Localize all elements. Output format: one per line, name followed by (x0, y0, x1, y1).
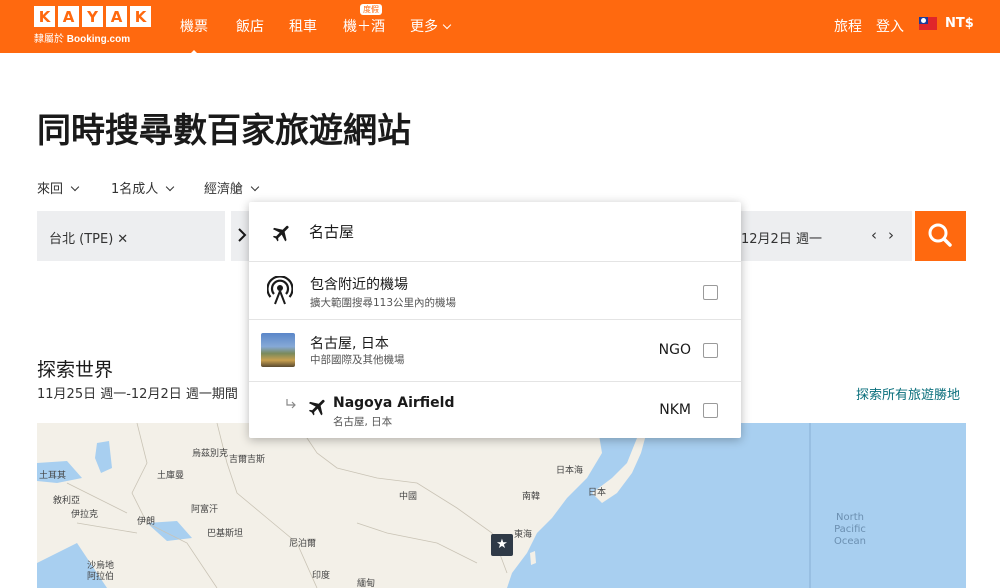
logo-sub-brand: Booking.com (66, 34, 131, 45)
map-label: 巴基斯坦 (207, 529, 244, 539)
ocean-line: Ocean (834, 536, 866, 547)
kayak-logo[interactable]: K A Y A K 隸屬於 Booking.com (34, 6, 152, 45)
result-subtitle: 名古屋, 日本 (333, 416, 393, 428)
logo-letter: K (34, 6, 55, 27)
ocean-line: Pacific (834, 524, 866, 535)
map-label: 日本海 (556, 466, 584, 476)
origin-field[interactable]: 台北 (TPE) ✕ (37, 211, 225, 261)
nav-cars[interactable]: 租車 (289, 16, 317, 36)
airplane-icon (272, 225, 289, 242)
top-nav-bar: K A Y A K 隸屬於 Booking.com 機票 飯店 租車 度假 機＋… (0, 0, 1000, 57)
nav-more[interactable]: 更多 (410, 16, 452, 36)
logo-letter: Y (82, 6, 103, 27)
nearby-airports-option[interactable]: 包含附近的機場 擴大範圍搜尋113公里內的機場 (249, 262, 741, 320)
map-label: 吉爾吉斯 (229, 455, 266, 465)
logo-sub-prefix: 隸屬於 (34, 34, 64, 45)
nav-hotels[interactable]: 飯店 (236, 16, 264, 36)
map-label: 伊拉克 (71, 510, 99, 520)
ocean-line: North (836, 512, 864, 523)
travelers-label: 1名成人 (111, 182, 159, 197)
map-label: 尼泊爾 (289, 539, 317, 549)
map-label: 日本 (588, 488, 607, 498)
map-label: 土庫曼 (157, 471, 185, 481)
logo-letter: K (130, 6, 151, 27)
cabin-selector[interactable]: 經濟艙 (204, 178, 260, 197)
radar-icon (267, 276, 293, 305)
taiwan-flag-icon[interactable] (919, 17, 937, 30)
map-label: 土耳其 (39, 471, 67, 481)
map-label: 阿富汗 (191, 505, 219, 515)
trip-type-label: 來回 (37, 182, 64, 197)
chevron-down-icon (166, 182, 175, 192)
nearby-title: 包含附近的機場 (310, 277, 408, 293)
result-nagoya-airfield[interactable]: Nagoya Airfield 名古屋, 日本 NKM (249, 382, 741, 438)
currency-selector[interactable]: NT$ (945, 16, 974, 31)
home-location-star-icon[interactable]: ★ (491, 534, 513, 556)
map-label: 烏茲別克 (192, 449, 229, 459)
map-label: 緬甸 (357, 579, 376, 588)
map-land (37, 423, 811, 588)
map-label: 印度 (312, 571, 331, 581)
logo-letter: A (106, 6, 127, 27)
chevron-down-icon (70, 182, 80, 192)
origin-value: 台北 (TPE) (49, 232, 114, 247)
chevron-down-icon (250, 182, 260, 192)
logo-letter: A (58, 6, 79, 27)
ocean-label: North Pacific Ocean (834, 512, 866, 548)
nav-trips[interactable]: 旅程 (834, 16, 862, 36)
map-label: 中國 (399, 492, 418, 502)
search-icon (928, 223, 952, 247)
explore-all-link[interactable]: 探索所有旅遊勝地 (856, 384, 960, 403)
explore-map[interactable]: 烏茲別克 土庫曼 吉爾吉斯 土耳其 敘利亞 伊拉克 伊朗 阿富汗 巴基斯坦 尼泊… (37, 423, 966, 588)
origin-chip: 台北 (TPE) ✕ (49, 228, 128, 247)
result-checkbox[interactable] (703, 403, 718, 418)
search-button[interactable] (915, 211, 966, 261)
nav-packages[interactable]: 機＋酒 (343, 16, 385, 36)
destination-autocomplete: 包含附近的機場 擴大範圍搜尋113公里內的機場 中部國際及其他機場 名古屋, 日… (249, 202, 741, 438)
map-label: 敘利亞 (53, 496, 81, 506)
map-label: 阿拉伯 (87, 572, 115, 582)
close-icon[interactable]: ✕ (117, 232, 128, 247)
map-label: 南韓 (522, 492, 541, 502)
cabin-label: 經濟艙 (204, 182, 244, 197)
date-value: 12月2日 週一 (741, 232, 822, 247)
map-label: 東海 (514, 530, 533, 540)
destination-input-row (249, 202, 741, 262)
chevron-down-icon (442, 20, 452, 30)
result-title: 名古屋, 日本 (310, 336, 389, 352)
destination-input[interactable] (309, 222, 689, 240)
nav-more-label: 更多 (410, 19, 438, 35)
swap-button[interactable] (231, 211, 251, 261)
nearby-subtitle: 擴大範圍搜尋113公里內的機場 (310, 297, 457, 309)
page-title: 同時搜尋數百家旅遊網站 (37, 111, 411, 151)
result-checkbox[interactable] (703, 343, 718, 358)
result-nagoya-city[interactable]: 中部國際及其他機場 名古屋, 日本 NGO (249, 320, 741, 382)
nav-flights[interactable]: 機票 (180, 16, 208, 57)
trip-type-selector[interactable]: 來回 (37, 178, 80, 197)
nearby-checkbox[interactable] (703, 285, 718, 300)
explore-dates: 11月25日 週一-12月2日 週一期間 (37, 387, 238, 402)
date-next-button[interactable]: › (888, 226, 894, 244)
date-prev-button[interactable]: ‹ (871, 226, 877, 244)
date-field[interactable]: 12月2日 週一 ‹ › (736, 211, 912, 261)
swap-icon (238, 228, 247, 242)
airplane-icon (308, 399, 325, 416)
nav-login[interactable]: 登入 (876, 16, 904, 36)
explore-title: 探索世界 (37, 359, 114, 381)
sub-item-arrow-icon (286, 399, 296, 409)
vacation-badge: 度假 (360, 4, 382, 15)
travelers-selector[interactable]: 1名成人 (111, 178, 175, 197)
city-thumbnail (261, 333, 295, 367)
airport-code: NGO (658, 342, 691, 358)
logo-subtitle: 隸屬於 Booking.com (34, 30, 152, 45)
result-subtitle: 中部國際及其他機場 (310, 354, 405, 366)
airport-code: NKM (659, 402, 691, 418)
result-title: Nagoya Airfield (333, 395, 455, 411)
map-label: 伊朗 (137, 517, 156, 527)
